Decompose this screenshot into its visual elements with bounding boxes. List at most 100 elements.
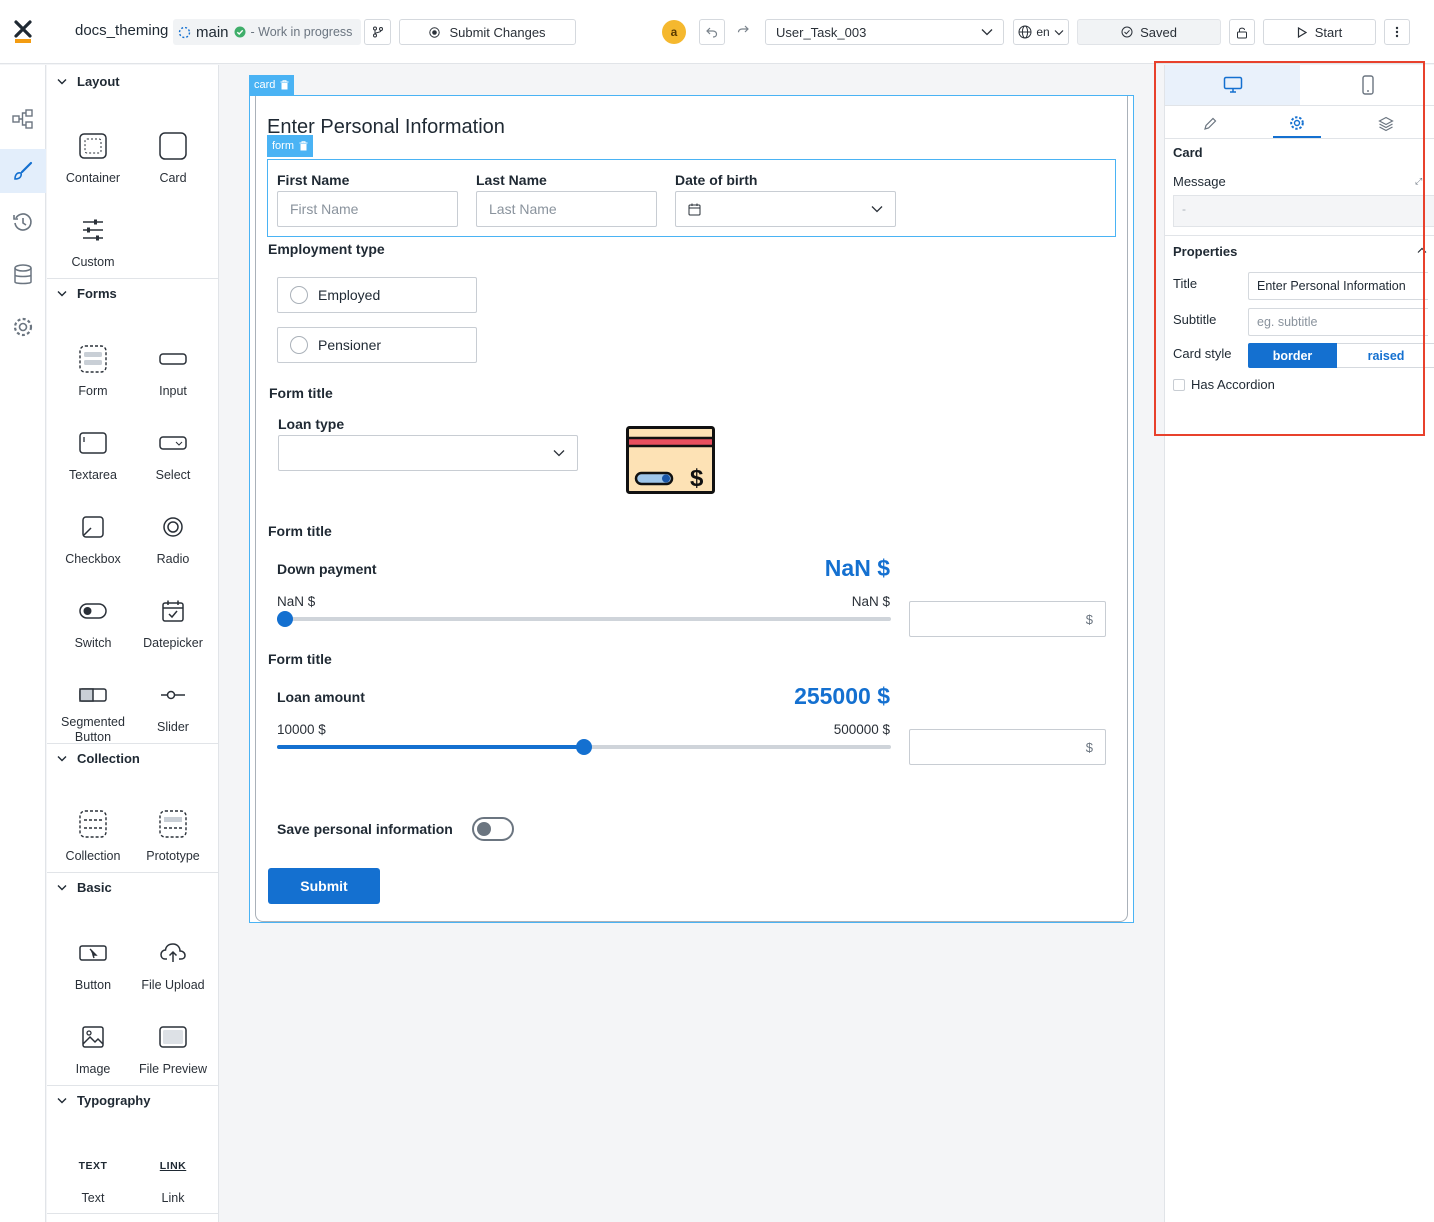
chevron-down-icon [57,290,67,297]
expand-icon[interactable]: ⤢ [1415,176,1422,187]
subtitle-input[interactable]: eg. subtitle [1248,308,1428,336]
component-card[interactable]: Card [133,129,213,209]
employment-type-label: Employment type [268,241,385,257]
canvas: card Enter Personal Information form Fir… [220,65,1164,1222]
chevron-down-icon [553,449,565,457]
divider [1165,235,1434,236]
loan-type-select[interactable] [278,435,578,471]
loan-amount-min: 10000 $ [277,722,326,737]
trash-icon[interactable] [280,80,289,90]
card-style-raised-option[interactable]: raised [1337,343,1434,368]
loan-amount-slider-thumb[interactable] [576,739,592,755]
mobile-view-tab[interactable] [1300,65,1434,105]
rail-ui-designer-icon[interactable] [0,149,46,193]
sliders-icon [81,213,105,247]
component-textarea[interactable]: Textarea [53,426,133,506]
component-switch[interactable]: Switch [53,594,133,674]
branch-selector[interactable]: main - Work in progress [173,19,361,45]
section-basic[interactable]: Basic [47,872,219,902]
lock-button[interactable] [1229,19,1255,45]
section-collection[interactable]: Collection [47,743,219,773]
desktop-view-tab[interactable] [1165,65,1300,105]
saved-indicator: Saved [1077,19,1221,45]
top-bar: docs_theming main - Work in progress Sub… [0,0,1434,64]
title-input[interactable]: Enter Personal Information [1248,272,1428,300]
section-typography[interactable]: Typography [47,1085,219,1115]
dob-datepicker[interactable] [675,191,896,227]
component-label: Radio [156,552,190,566]
edit-tab[interactable] [1195,112,1225,136]
rail-history-icon[interactable] [0,201,46,245]
down-payment-input[interactable]: $ [909,601,1106,637]
component-checkbox[interactable]: Checkbox [53,510,133,590]
form-icon [79,342,107,376]
chevron-down-icon [1054,29,1064,36]
start-button[interactable]: Start [1263,19,1376,45]
loan-amount-input[interactable]: $ [909,729,1106,765]
radio-icon [162,510,184,544]
down-payment-value: NaN $ [824,555,890,581]
rail-database-icon[interactable] [0,253,46,297]
component-container[interactable]: Container [53,129,133,209]
component-file-upload[interactable]: File Upload [133,936,213,1016]
down-payment-slider-thumb[interactable] [277,611,293,627]
chevron-up-icon[interactable] [1417,247,1427,254]
card-style-border-option[interactable]: border [1248,343,1337,368]
card-tag-label: card [254,79,276,91]
section-title: Basic [77,880,112,895]
component-select[interactable]: Select [133,426,213,506]
language-select[interactable]: en [1013,19,1069,45]
component-text[interactable]: TEXT Text [53,1149,133,1222]
last-name-input[interactable]: Last Name [476,191,657,227]
layers-icon [1378,116,1394,132]
message-textarea[interactable]: - [1173,195,1434,227]
avatar[interactable]: a [662,20,686,44]
loan-amount-value: 255000 $ [794,683,890,709]
play-icon [1297,26,1307,38]
app-logo[interactable] [14,20,32,44]
component-radio[interactable]: Radio [133,510,213,590]
section-title: Typography [77,1093,151,1108]
check-circle-icon [234,26,246,38]
text-icon: TEXT [78,1160,108,1172]
card-tag[interactable]: card [249,75,295,95]
submit-changes-button[interactable]: Submit Changes [399,19,576,45]
pencil-icon [1203,117,1217,131]
rail-process-icon[interactable] [0,97,46,141]
file-preview-icon [159,1020,187,1054]
component-label: Container [65,171,121,185]
trash-icon[interactable] [299,141,308,151]
rail-settings-icon[interactable] [0,305,46,349]
divider [47,1213,219,1214]
project-name[interactable]: docs_theming [75,22,168,39]
component-button[interactable]: Button [53,936,133,1016]
component-form[interactable]: Form [53,342,133,422]
redo-icon[interactable] [737,25,749,36]
form-tag[interactable]: form [267,135,313,157]
has-accordion-checkbox[interactable] [1173,379,1185,391]
component-datepicker[interactable]: Datepicker [133,594,213,674]
save-info-switch[interactable] [472,817,514,841]
component-link[interactable]: LINK Link [133,1149,213,1222]
down-payment-slider-track[interactable] [277,617,891,621]
settings-tab[interactable] [1273,110,1321,138]
radio-employed[interactable]: Employed [277,277,477,313]
loan-amount-slider-fill [277,745,584,749]
component-label: Form [78,384,108,398]
section-title: Layout [77,73,120,89]
subtitle-label: Subtitle [1173,312,1217,327]
submit-button[interactable]: Submit [268,868,380,904]
undo-button[interactable] [699,19,725,45]
component-label: Segmented Button [61,715,125,744]
radio-pensioner[interactable]: Pensioner [277,327,477,363]
section-layout[interactable]: Layout [47,66,219,96]
textarea-icon [79,426,107,460]
more-menu-button[interactable] [1384,19,1410,45]
component-input[interactable]: Input [133,342,213,422]
component-label: Textarea [69,468,117,482]
section-forms[interactable]: Forms [47,278,219,308]
branch-button[interactable] [364,19,391,45]
task-select[interactable]: User_Task_003 [765,19,1004,45]
layers-tab[interactable] [1371,112,1401,136]
first-name-input[interactable]: First Name [277,191,458,227]
